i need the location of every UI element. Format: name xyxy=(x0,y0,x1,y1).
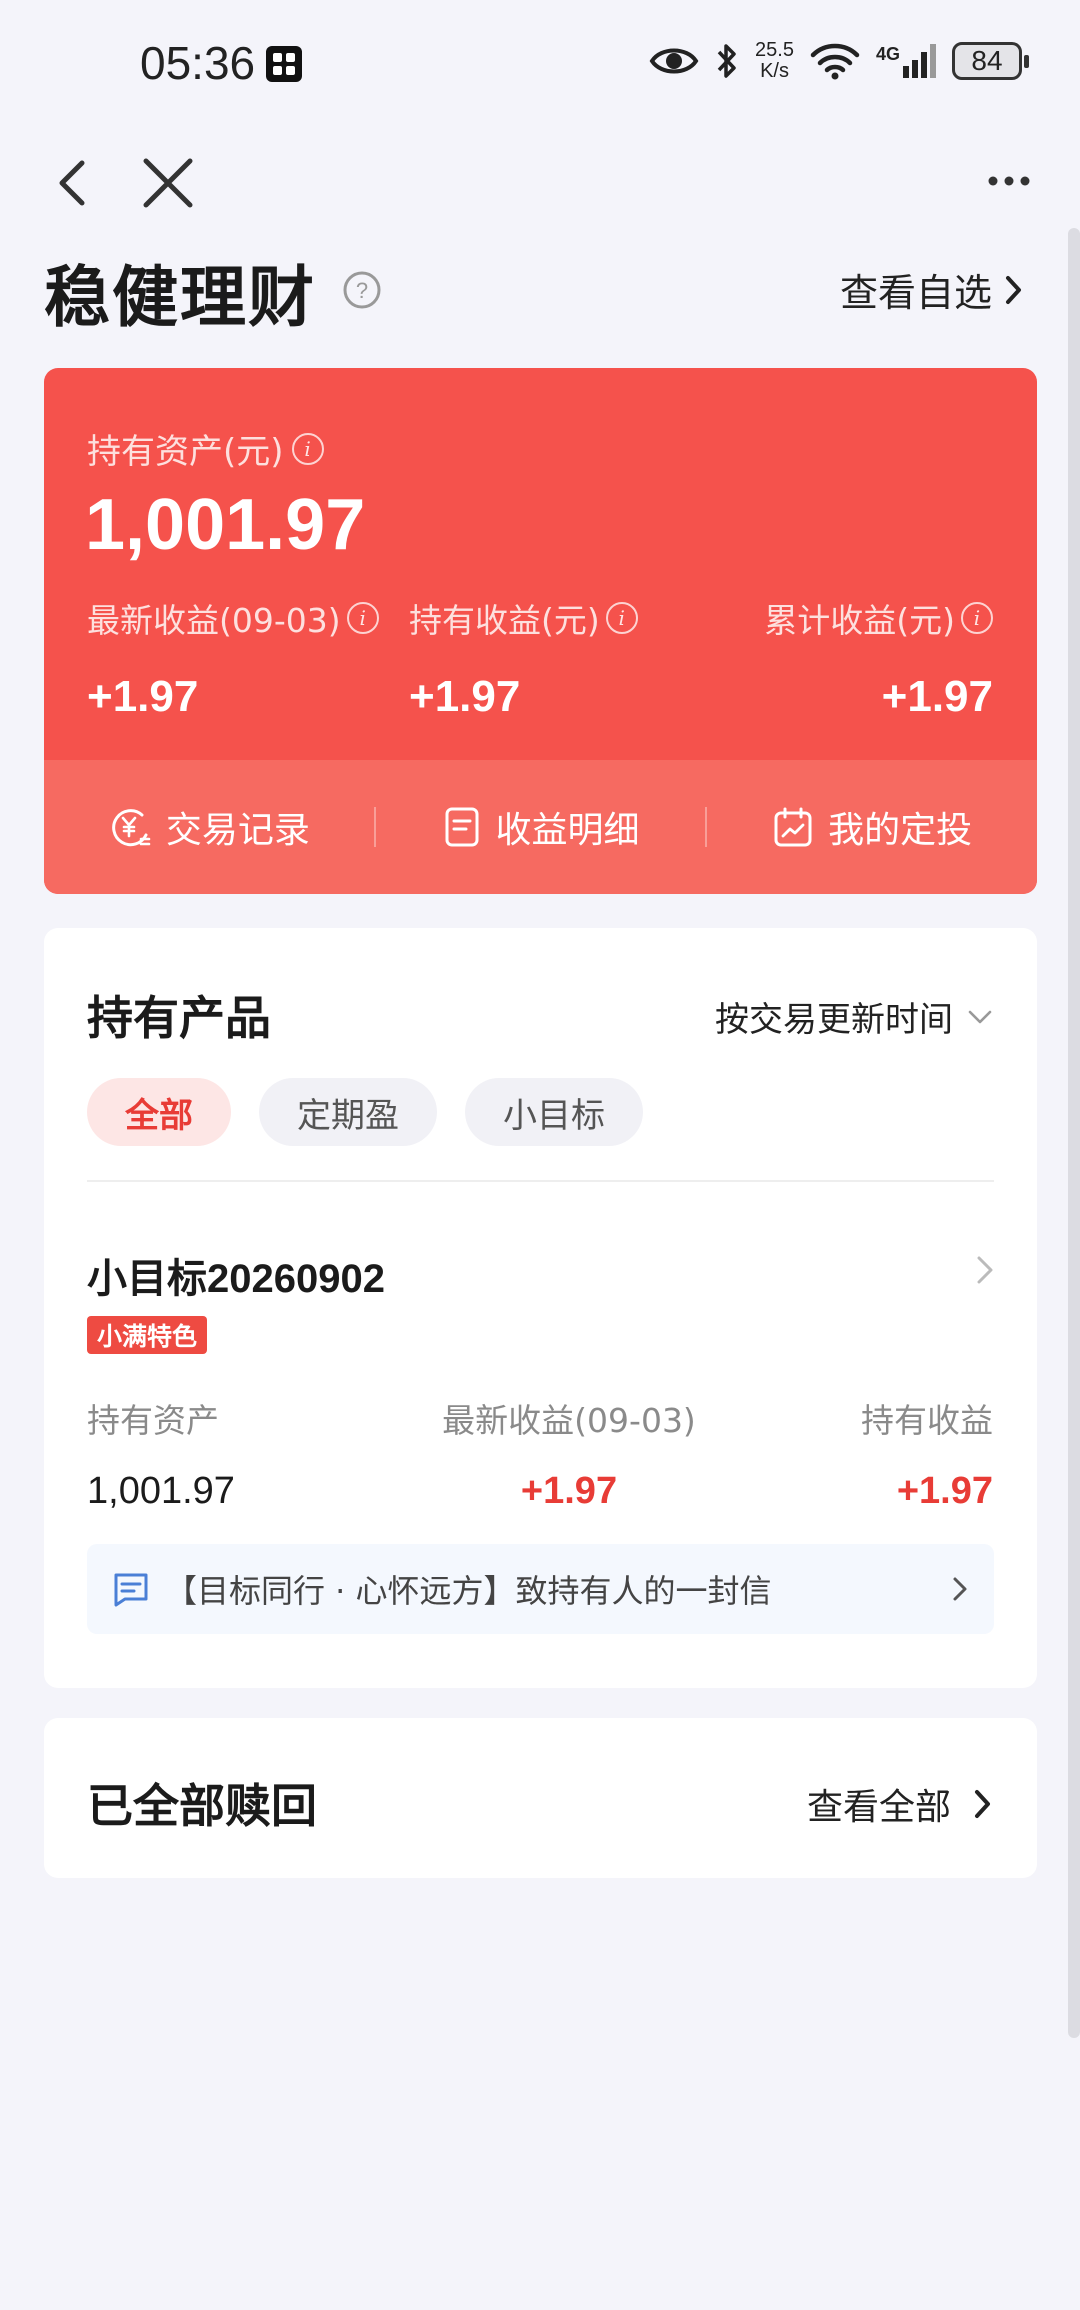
transaction-records-button[interactable]: 交易记录 xyxy=(44,801,374,853)
wifi-icon xyxy=(810,43,860,80)
cumulative-income-stat: 累计收益(元) i +1.97 xyxy=(764,594,993,722)
more-icon[interactable] xyxy=(984,156,1034,206)
product-name: 小目标20260902 xyxy=(87,1257,385,1301)
qr-notification-icon xyxy=(266,46,302,82)
holding-income-text: 持有收益(元) xyxy=(409,601,600,640)
holder-letter-text: 【目标同行 · 心怀远方】致持有人的一封信 xyxy=(165,1572,772,1610)
chevron-right-icon xyxy=(1006,275,1021,304)
filter-chip-all[interactable]: 全部 xyxy=(87,1078,231,1146)
view-favorites-link[interactable]: 查看自选 xyxy=(840,262,1024,317)
redeemed-section[interactable]: 已全部赎回 查看全部 xyxy=(44,1718,1037,1878)
view-all-link[interactable]: 查看全部 xyxy=(807,1778,993,1830)
view-favorites-label: 查看自选 xyxy=(839,271,992,315)
network-speed: 25.5 K/s xyxy=(755,40,794,82)
transaction-records-label: 交易记录 xyxy=(165,810,310,851)
product-latest-income-value: +1.97 xyxy=(520,1470,618,1512)
product-holding-income-label: 持有收益 xyxy=(861,1401,993,1440)
info-icon[interactable]: i xyxy=(605,602,638,634)
status-time: 05:36 xyxy=(140,37,256,89)
info-icon[interactable]: i xyxy=(291,432,324,465)
redeemed-title: 已全部赎回 xyxy=(87,1779,317,1833)
sort-dropdown[interactable]: 按交易更新时间 xyxy=(715,992,993,1041)
network-type: 4G xyxy=(875,44,900,64)
yuan-clock-icon xyxy=(112,809,151,847)
chevron-right-icon xyxy=(953,1577,967,1601)
chevron-right-icon xyxy=(977,1256,993,1284)
svg-text:?: ? xyxy=(356,278,368,303)
cumulative-income-label: 累计收益(元) i xyxy=(764,594,993,642)
cumulative-income-value: +1.97 xyxy=(881,672,993,721)
holdings-title: 持有产品 xyxy=(87,991,271,1045)
income-details-label: 收益明细 xyxy=(495,810,640,851)
holding-assets-label: 持有资产(元) i xyxy=(87,424,324,473)
my-auto-invest-label: 我的定投 xyxy=(828,810,973,851)
filter-chip-fixed-term[interactable]: 定期盈 xyxy=(259,1078,437,1146)
cellular-signal-icon: 4G xyxy=(876,44,936,78)
calendar-icon xyxy=(774,807,812,847)
product-holding-assets: 持有资产 1,001.97 xyxy=(87,1394,235,1513)
holding-income-value: +1.97 xyxy=(409,672,521,721)
latest-income-stat: 最新收益(09-03) i +1.97 xyxy=(87,594,379,722)
holding-assets-value: 1,001.97 xyxy=(85,485,366,565)
battery-level: 84 xyxy=(971,45,1003,76)
help-icon[interactable]: ? xyxy=(342,270,382,310)
info-icon[interactable]: i xyxy=(961,602,993,634)
battery-indicator: 84 xyxy=(952,42,1029,80)
latest-income-value: +1.97 xyxy=(87,672,199,721)
asset-summary-card: 持有资产(元) i 1,001.97 最新收益(09-03) i +1.97 持有… xyxy=(44,368,1037,894)
income-details-button[interactable]: 收益明细 xyxy=(376,801,706,853)
status-icons: 25.5 K/s 4G 84 xyxy=(649,40,1029,82)
view-all-label: 查看全部 xyxy=(806,1787,951,1828)
bluetooth-icon xyxy=(717,44,736,78)
filter-chips: 全部 定期盈 小目标 xyxy=(87,1078,643,1146)
holding-income-label: 持有收益(元) i xyxy=(409,594,638,642)
holder-letter-banner[interactable]: 【目标同行 · 心怀远方】致持有人的一封信 xyxy=(87,1544,994,1634)
asset-actions-bar: 交易记录 收益明细 我的定投 xyxy=(44,760,1037,894)
holding-income-stat: 持有收益(元) i +1.97 xyxy=(409,594,638,722)
product-holding-assets-label: 持有资产 xyxy=(87,1401,219,1440)
product-holding-income-value: +1.97 xyxy=(896,1470,993,1512)
network-speed-unit: K/s xyxy=(760,60,789,82)
network-speed-value: 25.5 xyxy=(755,39,794,61)
info-icon[interactable]: i xyxy=(346,602,379,634)
product-holding-income: 持有收益 +1.97 xyxy=(861,1394,993,1513)
chevron-right-icon xyxy=(975,1790,990,1818)
product-tag: 小满特色 xyxy=(87,1316,208,1354)
close-icon[interactable] xyxy=(138,148,198,218)
document-icon xyxy=(445,807,478,847)
product-latest-income: 最新收益(09-03) +1.97 xyxy=(419,1394,719,1513)
sort-label: 按交易更新时间 xyxy=(715,1000,953,1040)
filter-chip-small-goal[interactable]: 小目标 xyxy=(465,1078,643,1146)
my-auto-invest-button[interactable]: 我的定投 xyxy=(707,801,1037,853)
nav-bar xyxy=(0,130,1080,240)
message-icon xyxy=(114,1573,148,1607)
holding-assets-text: 持有资产(元) xyxy=(87,432,284,472)
eye-icon xyxy=(649,48,699,74)
product-holding-assets-value: 1,001.97 xyxy=(87,1470,235,1512)
holdings-section: 持有产品 按交易更新时间 全部 定期盈 小目标 小目标20260902 小满特色… xyxy=(44,928,1037,1688)
chevron-down-icon xyxy=(968,1010,992,1023)
latest-income-label: 最新收益(09-03) i xyxy=(87,594,379,642)
divider xyxy=(87,1180,994,1182)
product-latest-income-label: 最新收益(09-03) xyxy=(442,1401,696,1440)
page-title: 稳健理财 xyxy=(44,259,316,336)
cumulative-income-text: 累计收益(元) xyxy=(764,601,955,640)
page-scrollbar[interactable] xyxy=(1068,228,1080,2038)
status-bar: 05:36 25.5 K/s 4G 84 xyxy=(0,0,1080,130)
back-icon[interactable] xyxy=(52,148,92,218)
latest-income-text: 最新收益(09-03) xyxy=(87,601,341,640)
